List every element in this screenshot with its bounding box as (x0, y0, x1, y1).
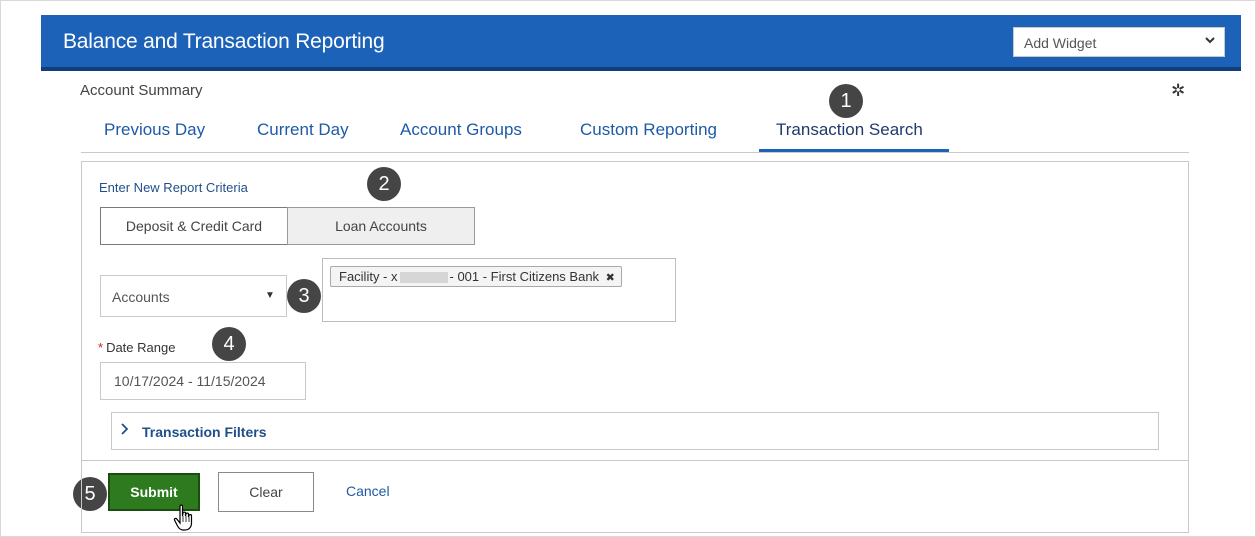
date-range-label: * Date Range (98, 340, 175, 355)
deposit-credit-card-toggle[interactable]: Deposit & Credit Card (100, 207, 288, 245)
app-title: Balance and Transaction Reporting (63, 30, 385, 53)
loan-accounts-toggle[interactable]: Loan Accounts (287, 207, 475, 245)
transaction-filters-expander[interactable]: Transaction Filters (111, 412, 1159, 450)
footer-divider (82, 460, 1188, 461)
report-tabs: Previous Day Current Day Account Groups … (81, 111, 1189, 153)
cancel-link[interactable]: Cancel (346, 483, 390, 499)
tab-custom-reporting[interactable]: Custom Reporting (580, 120, 717, 140)
chevron-down-icon (1204, 34, 1216, 49)
clear-button[interactable]: Clear (218, 472, 314, 512)
date-range-input[interactable]: 10/17/2024 - 11/15/2024 (100, 362, 306, 400)
chevron-right-icon (120, 422, 130, 439)
redacted-account-number (399, 272, 448, 284)
selected-accounts-box[interactable]: Facility - x- 001 - First Citizens Bank … (322, 258, 676, 322)
page: { "header": { "title": "Balance and Tran… (0, 0, 1256, 537)
accounts-placeholder: Accounts (112, 289, 170, 305)
required-marker: * (98, 340, 104, 355)
add-widget-select[interactable]: Add Widget (1013, 27, 1225, 57)
criteria-heading: Enter New Report Criteria (99, 180, 248, 195)
gear-icon[interactable]: ✲ (1171, 81, 1185, 101)
date-range-label-text: Date Range (106, 340, 176, 355)
app-header: Balance and Transaction Reporting Add Wi… (41, 15, 1241, 71)
account-tag-suffix: - 001 - First Citizens Bank (449, 269, 600, 284)
account-tag: Facility - x- 001 - First Citizens Bank … (330, 266, 622, 287)
report-criteria-panel: Enter New Report Criteria Deposit & Cred… (81, 161, 1189, 533)
remove-tag-icon[interactable]: ✖ (606, 272, 615, 284)
accounts-select[interactable]: Accounts ▼ (100, 275, 287, 317)
caret-down-icon: ▼ (265, 290, 275, 301)
tab-account-groups[interactable]: Account Groups (400, 120, 522, 140)
account-tag-prefix: Facility - x (339, 269, 398, 284)
transaction-filters-label: Transaction Filters (142, 424, 267, 440)
hand-cursor-icon (173, 504, 195, 537)
active-tab-indicator (759, 149, 949, 152)
tab-current-day[interactable]: Current Day (257, 120, 349, 140)
section-title: Account Summary (80, 82, 203, 99)
tab-transaction-search[interactable]: Transaction Search (776, 120, 923, 140)
tab-previous-day[interactable]: Previous Day (104, 120, 205, 140)
step-marker-1: 1 (829, 84, 863, 118)
add-widget-value: Add Widget (1024, 35, 1097, 51)
